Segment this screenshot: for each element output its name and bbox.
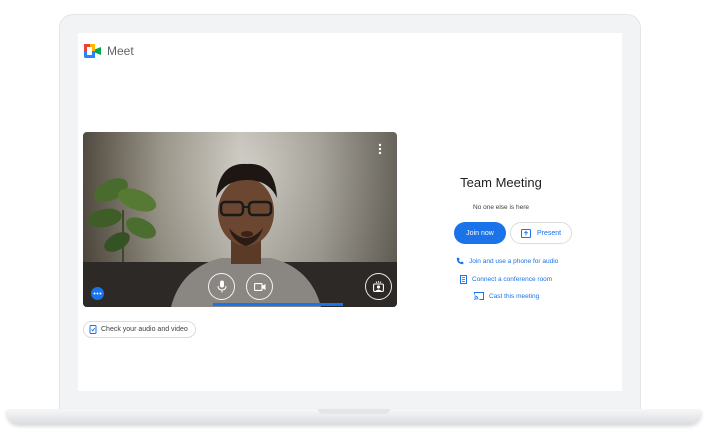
laptop-notch (318, 409, 390, 414)
videocam-icon (253, 282, 265, 291)
camera-toggle-button[interactable] (246, 273, 273, 300)
meet-screen: Meet Check your audio and video Team Mee… (78, 33, 622, 391)
video-preview (83, 132, 397, 307)
meet-logo-icon (84, 44, 101, 58)
cast-meeting-link[interactable]: Cast this meeting (474, 291, 539, 301)
phone-icon (456, 257, 464, 265)
conference-room-label: Connect a conference room (472, 275, 553, 283)
present-icon (520, 228, 531, 238)
meeting-status: No one else is here (472, 204, 529, 211)
cast-meeting-label: Cast this meeting (489, 292, 540, 300)
audio-video-check-icon (89, 325, 97, 334)
meeting-title: Team Meeting (460, 175, 542, 190)
join-by-phone-link[interactable]: Join and use a phone for audio (456, 256, 558, 266)
check-audio-label: Check your audio and video (101, 326, 188, 333)
room-icon (460, 274, 467, 284)
visual-effects-button[interactable] (365, 273, 392, 300)
audio-level-bar (213, 303, 343, 306)
mic-toggle-button[interactable] (208, 273, 235, 300)
header: Meet (84, 41, 134, 61)
present-label: Present (536, 229, 562, 237)
conference-room-link[interactable]: Connect a conference room (460, 274, 552, 284)
mic-icon (217, 280, 226, 293)
join-now-button[interactable]: Join now (454, 222, 506, 244)
more-options-button[interactable] (91, 287, 104, 300)
more-vert-icon[interactable] (377, 142, 383, 156)
present-button[interactable]: Present (510, 222, 572, 244)
check-audio-video-button[interactable]: Check your audio and video (83, 321, 196, 338)
visual-effects-icon (373, 281, 384, 292)
app-name: Meet (107, 44, 134, 58)
join-by-phone-label: Join and use a phone for audio (469, 257, 559, 265)
cast-icon (474, 292, 484, 300)
more-horiz-icon (93, 292, 102, 295)
join-now-label: Join now (466, 229, 494, 237)
